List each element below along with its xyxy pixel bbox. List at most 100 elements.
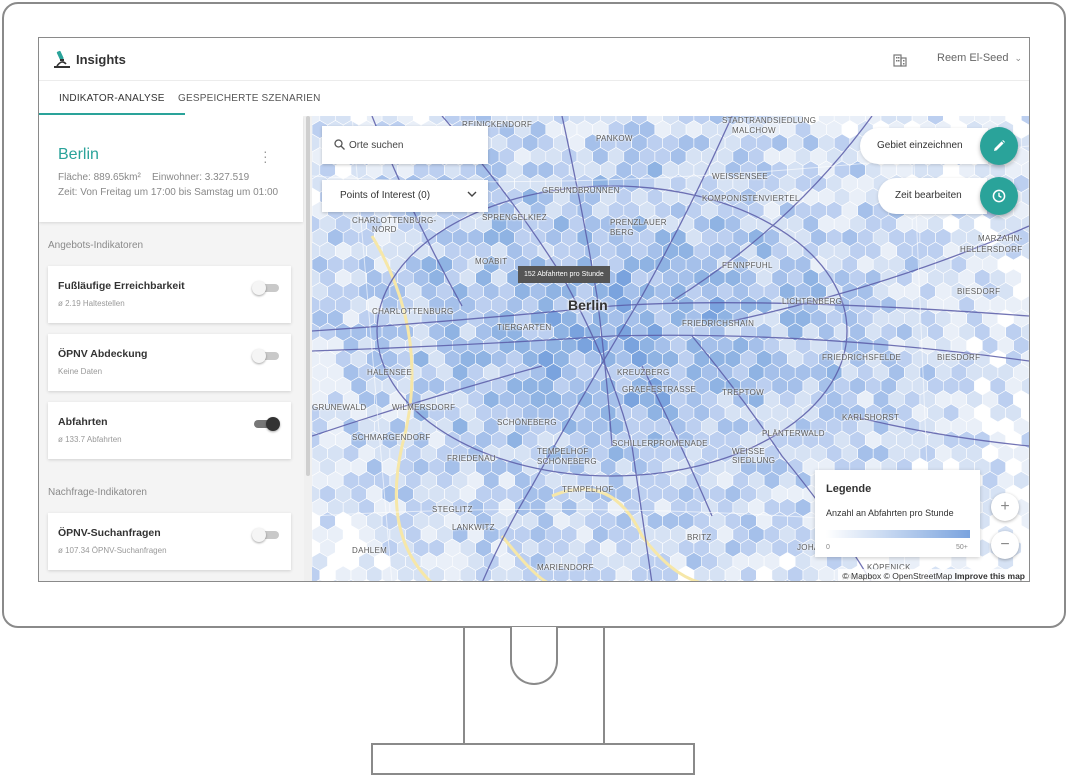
district-label: LANKWITZ: [452, 523, 495, 532]
pencil-icon: [994, 140, 1005, 151]
app-screen: Insights Reem El-Seed ⌄ INDIKATOR-ANALYS…: [38, 37, 1030, 582]
app-title: Insights: [76, 52, 126, 67]
indicator-card-departures[interactable]: Abfahrten ø 133.7 Abfahrten: [48, 402, 291, 459]
search-icon: [334, 139, 345, 150]
district-label: WILMERSDORF: [392, 403, 456, 412]
district-label: PRENZLAUER: [610, 218, 667, 227]
tab-bar: INDIKATOR-ANALYSE GESPEICHERTE SZENARIEN: [39, 82, 1029, 115]
tab-indicator-analysis[interactable]: INDIKATOR-ANALYSE: [39, 82, 185, 115]
section-title-demand: Nachfrage-Indikatoren: [48, 487, 147, 498]
district-label: HELLERSDORF: [960, 245, 1023, 254]
indicator-toggle-departures[interactable]: [252, 417, 280, 431]
improve-map-link[interactable]: Improve this map: [955, 571, 1025, 581]
indicator-subtitle: Keine Daten: [58, 367, 103, 376]
district-label: HALENSEE: [367, 368, 413, 377]
district-label: PANKOW: [596, 134, 633, 143]
zoom-in-button[interactable]: +: [991, 493, 1019, 521]
hex-tooltip: 152 Abfahrten pro Stunde: [518, 266, 610, 283]
district-label: TREPTOW: [722, 388, 764, 397]
indicator-title: ÖPNV Abdeckung: [58, 348, 148, 360]
indicator-toggle-walkability[interactable]: [252, 281, 280, 295]
map-city-label: Berlin: [568, 297, 608, 313]
chevron-down-icon: [467, 191, 477, 197]
map-attribution: © Mapbox © OpenStreetMap Improve this ma…: [838, 569, 1029, 581]
district-label: SPRENGELKIEZ: [482, 213, 547, 222]
district-label: KREUZBERG: [617, 368, 670, 377]
district-label: BIESDORF: [957, 287, 1001, 296]
monitor-stand-base: [371, 743, 695, 775]
district-label: SCHÖNEBERG: [537, 457, 597, 466]
district-label: BIESDORF: [937, 353, 981, 362]
poi-dropdown-label: Points of Interest (0): [340, 190, 431, 201]
region-name: Berlin: [58, 146, 99, 163]
indicator-subtitle: ø 107.34 ÖPNV-Suchanfragen: [58, 546, 167, 555]
map-canvas[interactable]: STADTRANDSIEDLUNG MALCHOW REINICKENDORF PAN…: [312, 116, 1029, 581]
monitor-stand-notch: [510, 627, 558, 685]
legend-min: 0: [826, 544, 830, 551]
legend-gradient: [826, 530, 970, 538]
district-label: FRIEDRICHSFELDE: [822, 353, 902, 362]
more-vert-icon[interactable]: · · ·: [263, 144, 268, 168]
app-bar: Insights Reem El-Seed ⌄: [39, 38, 1029, 81]
chevron-down-icon: ⌄: [1014, 52, 1023, 63]
district-label: SIEDLUNG: [732, 456, 776, 465]
district-label: NORD: [372, 225, 397, 234]
legend-title: Legende: [826, 483, 872, 495]
building-icon[interactable]: [892, 51, 908, 67]
district-label: GRAEFESTRASSE: [622, 385, 697, 394]
district-label: MOABIT: [475, 257, 508, 266]
region-card: Berlin · · · Fläche: 889.65km² Einwohner: …: [39, 116, 303, 222]
district-label: FRIEDRICHSHAIN: [682, 319, 755, 328]
district-label: CHARLOTTENBURG-: [352, 216, 437, 225]
district-label: PLÄNTERWALD: [762, 429, 825, 438]
district-label: BERG: [610, 228, 634, 237]
region-area: Fläche: 889.65km²: [58, 172, 141, 183]
district-label: STEGLITZ: [432, 505, 473, 514]
draw-area-button[interactable]: [980, 127, 1018, 165]
district-label: BRITZ: [687, 533, 712, 542]
poi-dropdown[interactable]: Points of Interest (0): [322, 180, 488, 212]
zoom-out-button[interactable]: −: [991, 531, 1019, 559]
district-label: SCHÖNEBERG: [497, 418, 557, 427]
indicator-card-search-requests[interactable]: ÖPNV-Suchanfragen ø 107.34 ÖPNV-Suchanfr…: [48, 513, 291, 570]
indicator-card-coverage[interactable]: ÖPNV Abdeckung Keine Daten: [48, 334, 291, 391]
indicator-title: ÖPNV-Suchanfragen: [58, 527, 161, 539]
indicator-subtitle: ø 2.19 Haltestellen: [58, 299, 125, 308]
sidebar-scrollbar[interactable]: [304, 116, 312, 581]
tab-saved-scenarios[interactable]: GESPEICHERTE SZENARIEN: [178, 82, 321, 115]
district-label: MALCHOW: [732, 126, 776, 135]
district-label: GESUNDBRUNNEN: [542, 186, 620, 195]
district-label: TEMPELHOF: [562, 485, 614, 494]
user-menu[interactable]: Reem El-Seed ⌄: [937, 52, 1022, 64]
indicator-subtitle: ø 133.7 Abfahrten: [58, 435, 122, 444]
district-label: DAHLEM: [352, 546, 388, 555]
clock-icon: [992, 189, 1006, 203]
indicator-toggle-coverage[interactable]: [252, 349, 280, 363]
map-search-input[interactable]: [349, 137, 479, 153]
indicator-toggle-search-requests[interactable]: [252, 528, 280, 542]
region-stats: Fläche: 889.65km² Einwohner: 3.327.519: [58, 172, 249, 183]
district-label: TIERGARTEN: [497, 323, 552, 332]
district-label: MARZAHN-: [978, 234, 1023, 243]
map-search-box: [322, 126, 488, 164]
edit-time-button[interactable]: [980, 177, 1018, 215]
section-title-supply: Angebots-Indikatoren: [48, 240, 144, 251]
indicator-title: Fußläufige Erreichbarkeit: [58, 280, 185, 292]
attribution-text: © Mapbox © OpenStreetMap: [842, 571, 953, 581]
scrollbar-thumb[interactable]: [306, 116, 310, 476]
draw-area-label[interactable]: Gebiet einzeichnen: [860, 128, 988, 164]
district-label: MARIENDORF: [537, 563, 594, 572]
district-label: LICHTENBERG: [782, 297, 843, 306]
indicator-title: Abfahrten: [58, 416, 108, 428]
district-label: KARLSHORST: [842, 413, 900, 422]
district-label: TEMPELHOF: [537, 447, 589, 456]
district-label: FRIEDENAU: [447, 454, 496, 463]
indicator-card-walkability[interactable]: Fußläufige Erreichbarkeit ø 2.19 Haltest…: [48, 266, 291, 323]
user-name: Reem El-Seed: [937, 52, 1009, 64]
region-population: Einwohner: 3.327.519: [151, 172, 250, 183]
district-label: KOMPONISTENVIERTEL: [702, 194, 800, 203]
edit-time-label[interactable]: Zeit bearbeiten: [878, 178, 987, 214]
legend-subtitle: Anzahl an Abfahrten pro Stunde: [826, 508, 954, 518]
microscope-logo-icon: [54, 50, 70, 68]
district-label: STADTRANDSIEDLUNG: [722, 116, 817, 125]
